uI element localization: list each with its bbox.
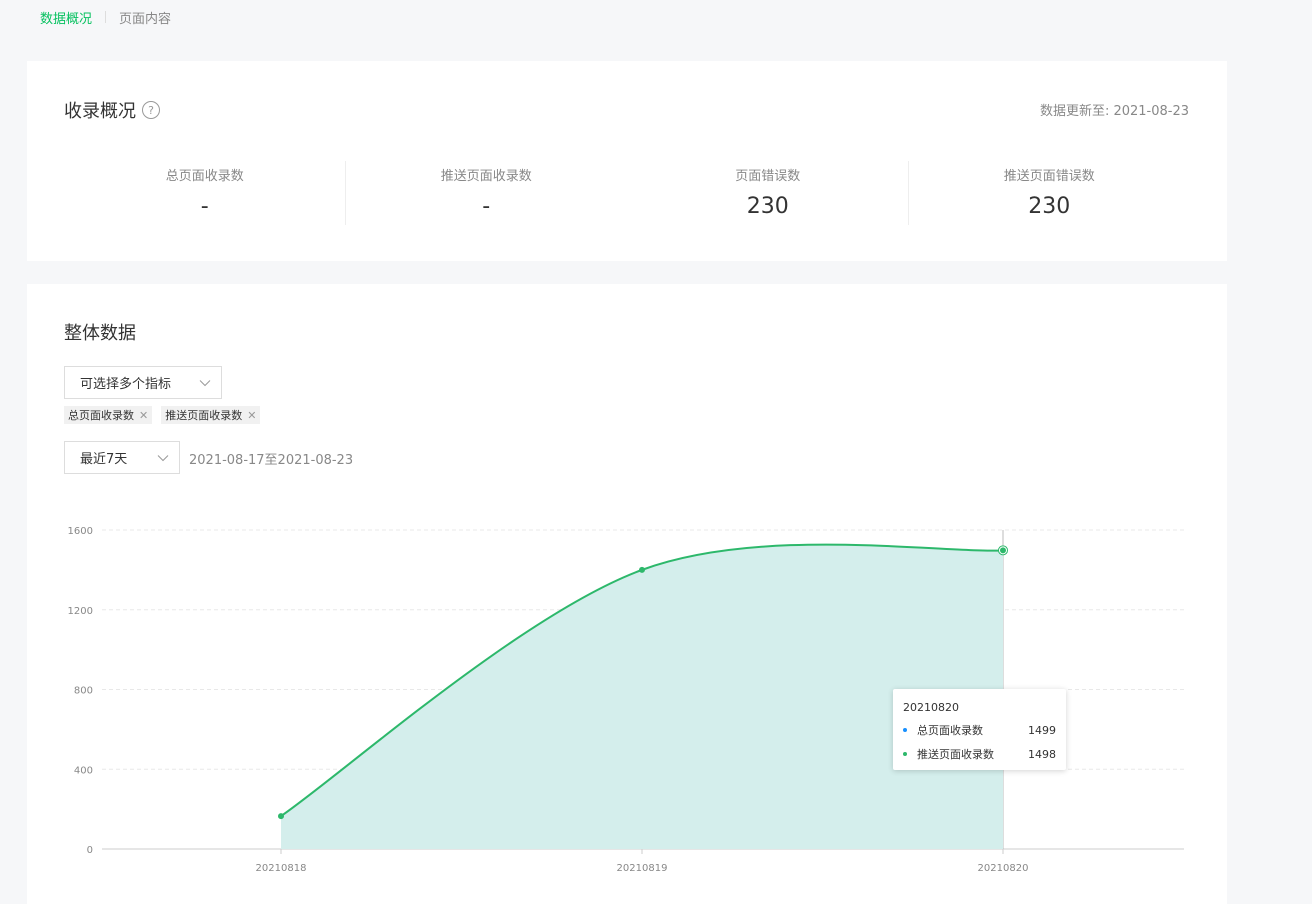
y-tick-label: 0 bbox=[87, 845, 93, 856]
help-icon[interactable]: ? bbox=[142, 101, 160, 119]
y-tick-label: 1600 bbox=[68, 526, 93, 537]
tooltip-row: 总页面收录数 1499 bbox=[903, 722, 1056, 738]
top-nav: 数据概况 页面内容 bbox=[40, 7, 171, 27]
x-tick-label: 20210818 bbox=[256, 863, 307, 874]
series-dot-icon bbox=[903, 752, 907, 756]
stat-label: 推送页面错误数 bbox=[1003, 169, 1095, 184]
y-tick-label: 800 bbox=[74, 686, 93, 697]
overview-title: 收录概况 ? bbox=[64, 97, 160, 123]
tooltip-title: 20210820 bbox=[903, 701, 959, 714]
tooltip-row: 推送页面收录数 1498 bbox=[903, 746, 1056, 762]
update-date: 2021-08-23 bbox=[1113, 104, 1189, 119]
stat-total-indexed: 总页面收录数 - bbox=[64, 161, 346, 225]
stats-row: 总页面收录数 - 推送页面收录数 - 页面错误数 230 推送页面错误数 230 bbox=[64, 161, 1190, 225]
update-label: 数据更新至: bbox=[1040, 104, 1110, 119]
overview-title-text: 收录概况 bbox=[64, 101, 136, 122]
data-point bbox=[1000, 547, 1006, 554]
stat-page-errors: 页面错误数 230 bbox=[627, 161, 909, 225]
tooltip-series-value: 1499 bbox=[1028, 723, 1056, 737]
stat-value: - bbox=[200, 194, 209, 219]
stat-pushed-indexed: 推送页面收录数 - bbox=[346, 161, 628, 225]
y-tick-label: 1200 bbox=[68, 606, 93, 617]
nav-divider bbox=[105, 11, 107, 23]
stat-label: 总页面收录数 bbox=[165, 169, 244, 184]
stat-pushed-errors: 推送页面错误数 230 bbox=[909, 161, 1191, 225]
tab-page-content[interactable]: 页面内容 bbox=[119, 8, 171, 27]
stat-value: - bbox=[482, 194, 491, 219]
x-tick-label: 20210819 bbox=[617, 863, 668, 874]
data-point bbox=[639, 566, 645, 573]
stat-label: 页面错误数 bbox=[735, 169, 801, 184]
tooltip-series-name: 总页面收录数 bbox=[917, 724, 983, 737]
tooltip-series-name: 推送页面收录数 bbox=[917, 748, 994, 761]
chart-tooltip: 20210820 总页面收录数 1499 推送页面收录数 1498 bbox=[893, 689, 1066, 770]
y-tick-label: 400 bbox=[74, 765, 93, 776]
overview-card: 收录概况 ? 数据更新至: 2021-08-23 总页面收录数 - 推送页面收录数… bbox=[27, 61, 1227, 261]
line-chart: 0 400 800 1200 1600 20210818 20210819 20210820 bbox=[68, 526, 1184, 874]
tab-data-overview[interactable]: 数据概况 bbox=[40, 8, 92, 27]
tooltip-series-value: 1498 bbox=[1028, 747, 1056, 761]
series-dot-icon bbox=[903, 728, 907, 732]
stat-value: 230 bbox=[746, 194, 789, 219]
stat-label: 推送页面收录数 bbox=[440, 169, 532, 184]
update-time: 数据更新至: 2021-08-23 bbox=[1040, 100, 1189, 119]
data-point bbox=[278, 813, 284, 820]
x-tick-label: 20210820 bbox=[978, 863, 1029, 874]
stat-value: 230 bbox=[1028, 194, 1071, 219]
overall-data-card: 整体数据 可选择多个指标 总页面收录数 ✕ 推送页面收录数 ✕ 最近7天 202… bbox=[27, 284, 1227, 904]
